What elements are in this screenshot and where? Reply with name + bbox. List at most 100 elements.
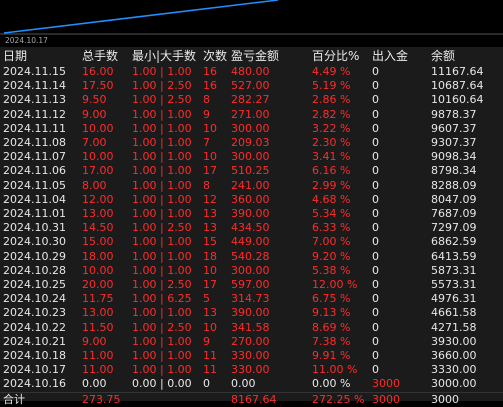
row-pct: 2.30 % bbox=[312, 136, 351, 149]
table-row: 2024.11.05 8.00 1.00 | 1.00 8 241.00 2.99 % 0 8… bbox=[0, 179, 503, 193]
row-balance: 3930.00 bbox=[431, 334, 477, 348]
row-date: 2024.11.07 bbox=[3, 150, 66, 164]
row-count: 16 bbox=[203, 79, 217, 93]
row-date: 2024.10.23 bbox=[3, 306, 66, 320]
row-deposit: 0 bbox=[372, 349, 379, 362]
row-balance: 10687.64 bbox=[431, 79, 484, 93]
row-deposit: 0 bbox=[372, 121, 379, 135]
row-count: 9 bbox=[203, 334, 210, 348]
row-min-max-lots: 1.00 | 1.00 bbox=[132, 207, 192, 220]
row-balance: 3330.00 bbox=[431, 363, 477, 377]
table-row: 2024.10.17 11.00 1.00 | 1.00 11 330.00 11.00 … bbox=[0, 363, 503, 377]
table-row: 2024.10.24 11.75 1.00 | 6.25 5 314.73 6.75 % 0… bbox=[0, 292, 503, 306]
row-date: 2024.11.05 bbox=[3, 178, 66, 192]
row-deposit: 0 bbox=[372, 249, 379, 263]
row-count: 13 bbox=[203, 207, 217, 220]
row-pnl: 314.73 bbox=[231, 292, 270, 306]
row-date: 2024.10.16 bbox=[3, 377, 66, 391]
row-pct: 12.00 % bbox=[312, 278, 358, 291]
row-deposit: 0 bbox=[372, 306, 379, 320]
table-row: 2024.10.23 13.00 1.00 | 1.00 13 390.00 9.13 %… bbox=[0, 306, 503, 320]
row-min-max-lots: 1.00 | 1.00 bbox=[132, 263, 192, 277]
row-balance: 6862.59 bbox=[431, 235, 477, 249]
row-balance: 8288.09 bbox=[431, 178, 477, 192]
row-min-max-lots: 1.00 | 2.50 bbox=[132, 79, 192, 93]
equity-line-chart bbox=[0, 0, 503, 35]
row-deposit: 0 bbox=[372, 292, 379, 306]
row-min-max-lots: 1.00 | 2.50 bbox=[132, 221, 192, 235]
row-date: 2024.11.14 bbox=[3, 79, 66, 93]
table-row: 2024.11.04 12.00 1.00 | 1.00 12 360.00 4.68 %… bbox=[0, 193, 503, 207]
row-balance: 5573.31 bbox=[431, 278, 477, 291]
header-balance: 余额 bbox=[431, 49, 456, 63]
total-balance: 3000 bbox=[431, 392, 459, 406]
row-pnl: 330.00 bbox=[231, 349, 270, 362]
row-pct: 5.19 % bbox=[312, 79, 351, 93]
table-row: 2024.11.14 17.50 1.00 | 2.50 16 527.00 5.19 %… bbox=[0, 79, 503, 93]
table-row: 2024.11.15 16.00 1.00 | 1.00 16 480.00 4.49 %… bbox=[0, 65, 503, 79]
table-header: 日期 总手数 最小|大手数 次数 盈亏金额 百分比% 出入金 余额 bbox=[0, 49, 503, 63]
row-balance: 4976.31 bbox=[431, 292, 477, 306]
row-pnl: 540.28 bbox=[231, 249, 270, 263]
row-date: 2024.11.11 bbox=[3, 121, 66, 135]
row-pnl: 449.00 bbox=[231, 235, 270, 249]
row-pnl: 0.00 bbox=[231, 377, 256, 391]
row-date: 2024.10.22 bbox=[3, 320, 66, 334]
row-pnl: 300.00 bbox=[231, 150, 270, 164]
row-min-max-lots: 1.00 | 1.00 bbox=[132, 136, 192, 149]
row-date: 2024.11.12 bbox=[3, 107, 66, 121]
table-row: 2024.11.12 9.00 1.00 | 1.00 9 271.00 2.82 % 0 9… bbox=[0, 108, 503, 122]
row-count: 18 bbox=[203, 249, 217, 263]
row-pnl: 360.00 bbox=[231, 192, 270, 206]
row-pnl: 271.00 bbox=[231, 107, 270, 121]
row-balance: 4271.58 bbox=[431, 320, 477, 334]
table-row: 2024.11.06 17.00 1.00 | 1.00 17 510.25 6.16 %… bbox=[0, 164, 503, 178]
row-total-lots: 10.00 bbox=[82, 263, 114, 277]
row-pnl: 434.50 bbox=[231, 221, 270, 235]
row-pct: 7.38 % bbox=[312, 334, 351, 348]
row-count: 17 bbox=[203, 164, 217, 178]
row-min-max-lots: 1.00 | 1.00 bbox=[132, 306, 192, 320]
row-deposit: 0 bbox=[372, 221, 379, 235]
row-min-max-lots: 1.00 | 1.00 bbox=[132, 107, 192, 121]
header-count: 次数 bbox=[203, 49, 228, 63]
row-min-max-lots: 1.00 | 2.50 bbox=[132, 278, 192, 291]
row-balance: 8798.34 bbox=[431, 164, 477, 178]
row-date: 2024.10.17 bbox=[3, 363, 66, 377]
row-date: 2024.11.08 bbox=[3, 136, 66, 149]
row-deposit: 3000 bbox=[372, 377, 400, 391]
row-count: 17 bbox=[203, 278, 217, 291]
total-label: 合计 bbox=[3, 392, 25, 406]
row-min-max-lots: 1.00 | 1.00 bbox=[132, 192, 192, 206]
table-row: 2024.11.01 13.00 1.00 | 1.00 13 390.00 5.34 %… bbox=[0, 207, 503, 221]
header-total-lots: 总手数 bbox=[82, 49, 119, 63]
row-count: 8 bbox=[203, 93, 210, 107]
table-row: 2024.10.31 14.50 1.00 | 2.50 13 434.50 6.33 %… bbox=[0, 221, 503, 235]
row-deposit: 0 bbox=[372, 150, 379, 164]
table-row: 2024.11.13 9.50 1.00 | 2.50 8 282.27 2.86 % 0 1… bbox=[0, 93, 503, 107]
row-total-lots: 17.00 bbox=[82, 164, 114, 178]
row-total-lots: 11.00 bbox=[82, 363, 114, 377]
table-row: 2024.10.29 18.00 1.00 | 1.00 18 540.28 9.20 %… bbox=[0, 250, 503, 264]
row-total-lots: 9.00 bbox=[82, 334, 107, 348]
header-pnl: 盈亏金额 bbox=[231, 49, 280, 63]
table-row: 2024.10.21 9.00 1.00 | 1.00 9 270.00 7.38 % 0 3… bbox=[0, 335, 503, 349]
row-date: 2024.11.06 bbox=[3, 164, 66, 178]
row-total-lots: 10.00 bbox=[82, 121, 114, 135]
row-pct: 4.68 % bbox=[312, 192, 351, 206]
row-count: 15 bbox=[203, 235, 217, 249]
row-count: 0 bbox=[203, 377, 210, 391]
row-total-lots: 10.00 bbox=[82, 150, 114, 164]
row-count: 13 bbox=[203, 306, 217, 320]
row-count: 11 bbox=[203, 349, 217, 362]
row-total-lots: 0.00 bbox=[82, 377, 107, 391]
total-row: 合计 273.75 8167.64 272.25 % 3000 3000 bbox=[0, 391, 503, 407]
row-date: 2024.11.15 bbox=[3, 65, 66, 78]
row-balance: 7687.09 bbox=[431, 207, 477, 220]
row-total-lots: 7.00 bbox=[82, 136, 107, 149]
row-pct: 3.41 % bbox=[312, 150, 351, 164]
row-deposit: 0 bbox=[372, 334, 379, 348]
row-count: 7 bbox=[203, 136, 210, 149]
row-date: 2024.11.04 bbox=[3, 192, 66, 206]
row-deposit: 0 bbox=[372, 235, 379, 249]
